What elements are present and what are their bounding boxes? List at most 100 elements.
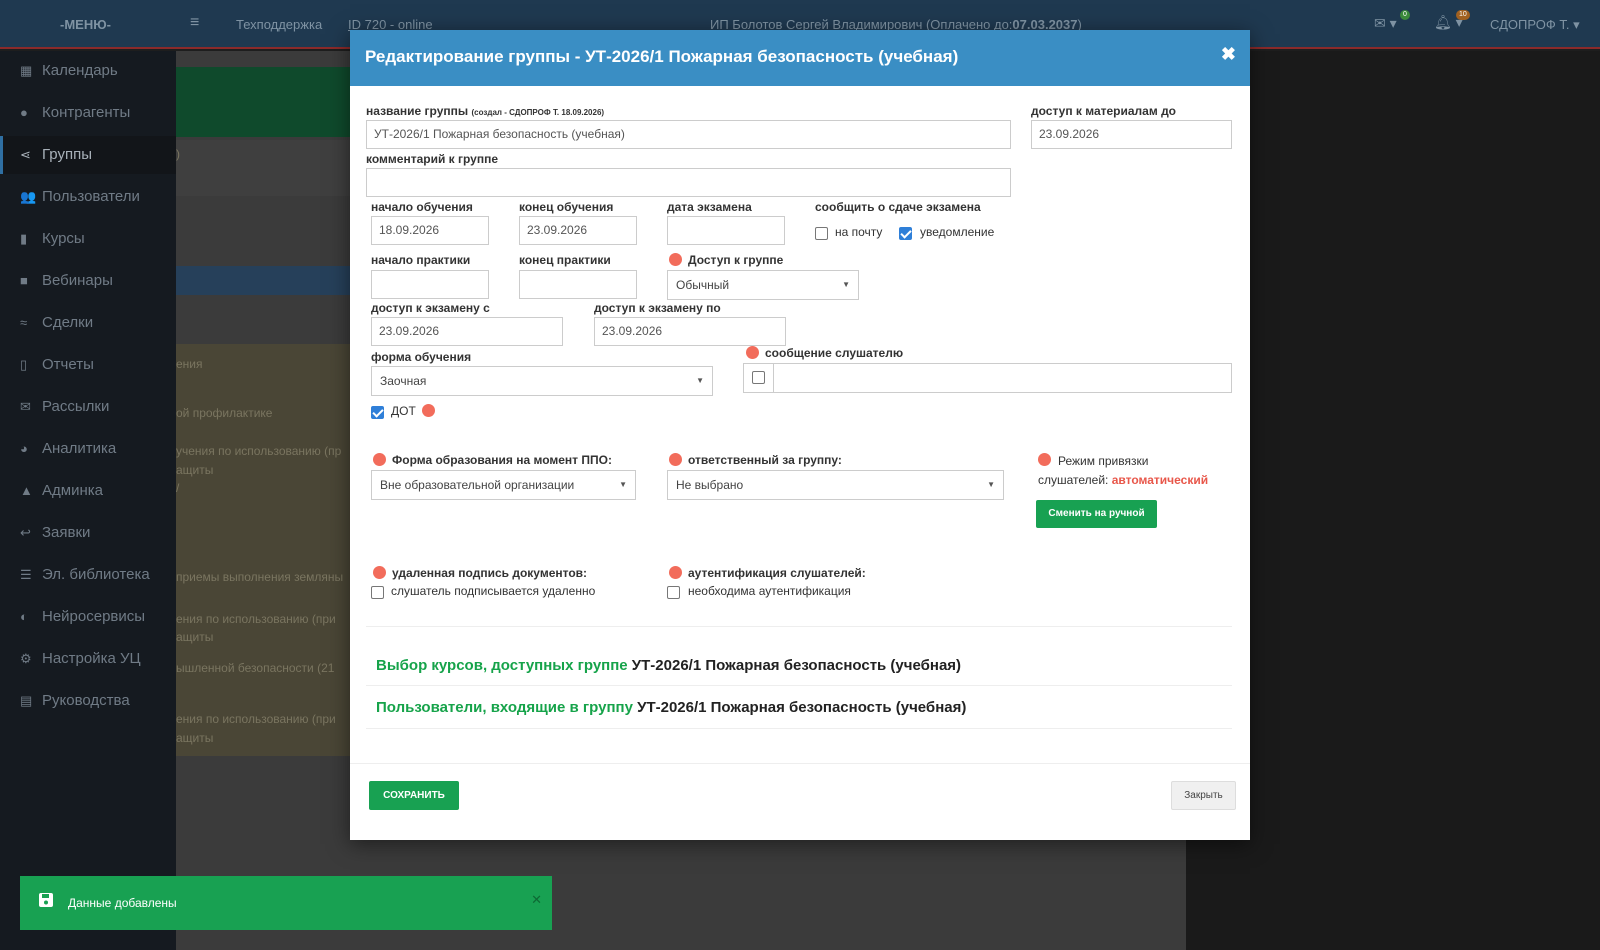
sidebar-item-0[interactable]: ▦ Календарь [0,52,176,90]
info-icon[interactable] [373,566,386,579]
group-name-label: название группы (создал - СДОПРОФ Т. 18.… [366,104,604,118]
bg-row-text: / [176,481,180,495]
support-link[interactable]: Техподдержка [236,17,322,32]
exam-date-label: дата экзамена [667,200,752,214]
sidebar-item-13[interactable]: ◐ Нейросервисы [0,598,176,636]
remote-sign-checkbox[interactable] [371,586,384,599]
switch-to-manual-button[interactable]: Сменить на ручной [1036,500,1157,528]
exam-to-label: доступ к экзамену по [594,301,721,315]
bg-row-text: ащиты [176,731,214,745]
edu-form-select[interactable]: Вне образовательной организации ▼ [371,470,636,500]
info-icon[interactable] [422,404,435,417]
chevron-down-icon: ▼ [696,376,704,385]
sidebar-item-label: Контрагенты [42,104,131,121]
sidebar-item-12[interactable]: ☰ Эл. библиотека [0,556,176,594]
sidebar-item-4[interactable]: ▮ Курсы [0,220,176,258]
sidebar-item-15[interactable]: ▤ Руководства [0,682,176,720]
listener-message-input[interactable] [773,363,1232,393]
edit-group-modal: Редактирование группы - УТ-2026/1 Пожарн… [350,30,1250,840]
background-header-block [176,67,356,137]
close-button[interactable]: Закрыть [1171,781,1236,810]
share-icon: ⋖ [20,147,31,162]
responsible-select[interactable]: Не выбрано ▼ [667,470,1004,500]
bg-row-text: приемы выполнения земляны [176,570,344,584]
sidebar-item-10[interactable]: ▲ Админка [0,472,176,510]
save-button[interactable]: СОХРАНИТЬ [369,781,459,810]
bg-row-text: учения по использованию (пр [176,444,342,458]
sidebar-item-11[interactable]: ↩ Заявки [0,514,176,552]
floppy-disk-icon [39,893,53,907]
sidebar-item-14[interactable]: ⚙ Настройка УЦ [0,640,176,678]
auth-label: аутентификация слушателей: [688,566,866,580]
chevron-down-icon: ▼ [842,280,850,289]
sidebar-item-6[interactable]: ≈ Сделки [0,304,176,342]
sidebar-item-1[interactable]: ● Контрагенты [0,94,176,132]
binding-mode-label-text: слушателей: [1038,473,1109,487]
sidebar-item-8[interactable]: ✉ Рассылки [0,388,176,426]
study-form-select[interactable]: Заочная ▼ [371,366,713,396]
sidebar-item-7[interactable]: ▯ Отчеты [0,346,176,384]
dot-label: ДОТ [391,404,416,418]
menu-title[interactable]: -МЕНЮ- [60,17,111,32]
train-end-label: конец обучения [519,200,614,214]
exam-from-input[interactable]: 23.09.2026 [371,317,563,346]
group-name-input[interactable]: УТ-2026/1 Пожарная безопасность (учебная… [366,120,1011,149]
sidebar-item-label: Настройка УЦ [42,650,141,667]
close-icon[interactable]: ✖ [1221,44,1236,65]
sidebar-item-label: Пользователи [42,188,140,205]
courses-link[interactable]: Выбор курсов, доступных группе [376,657,628,674]
bg-row-text: ения [176,357,203,371]
sidebar-item-label: Руководства [42,692,130,709]
background-selected-row [176,266,356,295]
user-menu[interactable]: СДОПРОФ Т. ▾ [1490,17,1580,33]
info-icon[interactable] [669,566,682,579]
auth-checkbox[interactable] [667,586,680,599]
group-access-select[interactable]: Обычный ▼ [667,270,859,300]
sidebar-item-3[interactable]: 👥 Пользователи [0,178,176,216]
exam-from-label: доступ к экзамену с [371,301,490,315]
responsible-value: Не выбрано [676,478,744,492]
pie-chart-icon: ◕ [20,441,28,456]
listener-message-checkbox[interactable] [752,371,765,384]
practice-start-input[interactable] [371,270,489,299]
exam-to-input[interactable]: 23.09.2026 [594,317,786,346]
sidebar-item-label: Сделки [42,314,94,331]
info-icon[interactable] [746,346,759,359]
study-form-label: форма обучения [371,350,472,364]
notify-push-checkbox[interactable] [899,227,912,240]
video-icon: ■ [20,273,28,288]
sidebar-item-5[interactable]: ■ Вебинары [0,262,176,300]
dot-checkbox[interactable] [371,406,384,419]
hamburger-icon[interactable]: ≡ [190,14,199,32]
comment-input[interactable] [366,168,1011,197]
info-icon[interactable] [669,253,682,266]
notify-mail-checkbox[interactable] [815,227,828,240]
bg-row-text: ащиты [176,463,214,477]
toast-notification: Данные добавлены ✕ [20,876,552,930]
envelope-icon: ✉ [20,399,31,414]
practice-end-input[interactable] [519,270,637,299]
report-icon: ▯ [20,357,28,372]
users-group-name: УТ-2026/1 Пожарная безопасность (учебная… [637,699,967,716]
toast-close-icon[interactable]: ✕ [531,892,542,908]
sidebar-item-2[interactable]: ⋖ Группы [0,136,176,174]
info-icon[interactable] [669,453,682,466]
courses-group-name: УТ-2026/1 Пожарная безопасность (учебная… [631,657,962,674]
train-start-label: начало обучения [371,200,473,214]
users-link[interactable]: Пользователи, входящие в группу [376,699,633,716]
train-start-input[interactable]: 18.09.2026 [371,216,489,245]
sidebar-item-9[interactable]: ◕ Аналитика [0,430,176,468]
info-icon[interactable] [1038,453,1051,466]
calendar-icon: ▦ [20,63,33,78]
study-form-value: Заочная [380,374,427,388]
bg-row-text: ) [176,147,180,161]
mail-icon[interactable]: ✉ ▾ [1374,15,1397,32]
exam-date-input[interactable] [667,216,785,245]
info-icon[interactable] [373,453,386,466]
bg-row-text: ой профилактике [176,406,273,420]
train-end-input[interactable]: 23.09.2026 [519,216,637,245]
access-until-label: доступ к материалам до [1031,104,1177,118]
edu-form-label: Форма образования на момент ППО: [392,453,612,467]
sidebar-item-label: Отчеты [42,356,94,373]
access-until-input[interactable]: 23.09.2026 [1031,120,1232,149]
